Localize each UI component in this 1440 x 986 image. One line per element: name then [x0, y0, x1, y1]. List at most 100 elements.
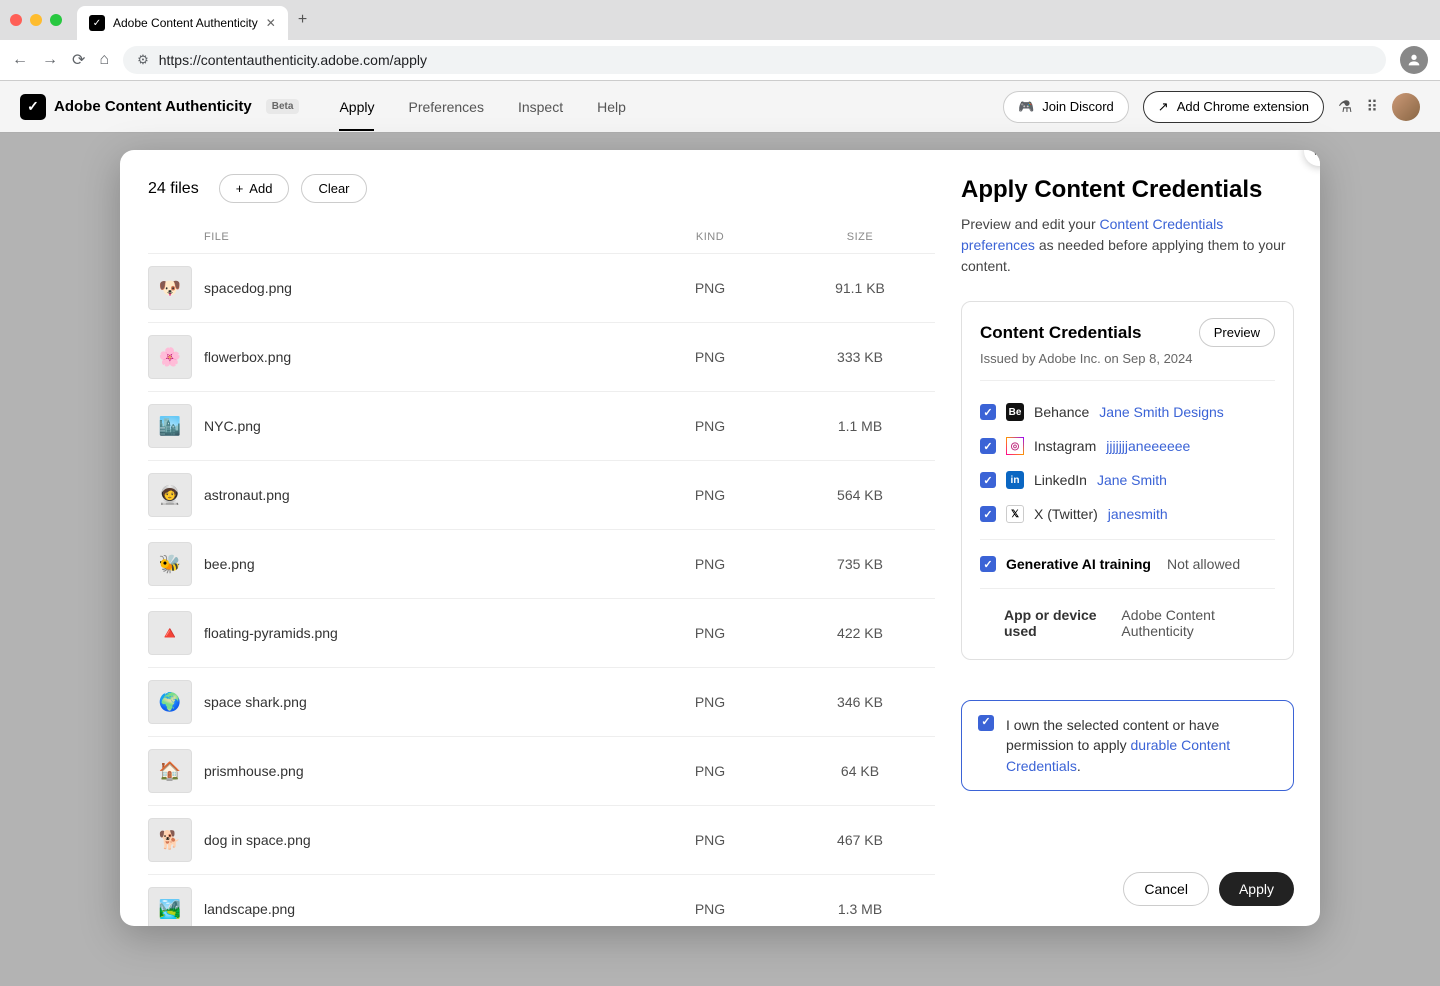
close-window[interactable]	[10, 14, 22, 26]
file-row[interactable]: 🌸flowerbox.pngPNG333 KB	[148, 323, 935, 392]
app-name: Adobe Content Authenticity	[54, 98, 252, 115]
file-kind: PNG	[635, 418, 785, 434]
xtwitter-icon: 𝕏	[1006, 505, 1024, 523]
social-checkbox[interactable]: ✓	[980, 506, 996, 522]
file-name: flowerbox.png	[204, 349, 635, 365]
file-size: 64 KB	[785, 763, 935, 779]
maximize-window[interactable]	[50, 14, 62, 26]
social-row-linkedin: ✓inLinkedInJane Smith	[980, 463, 1275, 497]
file-row[interactable]: 🏠prismhouse.pngPNG64 KB	[148, 737, 935, 806]
file-thumbnail: 🐝	[148, 542, 192, 586]
panel-title: Apply Content Credentials	[961, 176, 1294, 204]
app-used-value: Adobe Content Authenticity	[1121, 607, 1275, 639]
reload-icon[interactable]: ⟳	[72, 50, 85, 70]
forward-icon[interactable]: →	[42, 51, 58, 69]
browser-chrome: ✓ Adobe Content Authenticity ✕ + ← → ⟳ ⌂…	[0, 0, 1440, 81]
file-kind: PNG	[635, 625, 785, 641]
file-thumbnail: 🐕	[148, 818, 192, 862]
file-row[interactable]: 🏙️ NYC.pngPNG1.1 MB	[148, 392, 935, 461]
new-tab-button[interactable]: +	[298, 11, 307, 29]
issued-by-text: Issued by Adobe Inc. on Sep 8, 2024	[980, 351, 1275, 381]
file-thumbnail: 🏙️	[148, 404, 192, 448]
file-row[interactable]: 🧑‍🚀astronaut.pngPNG564 KB	[148, 461, 935, 530]
file-thumbnail: 🌍	[148, 680, 192, 724]
apply-credentials-modal: ✕ 24 files + Add Clear FILE KIND SIZE 🐶s…	[120, 150, 1320, 926]
add-files-button[interactable]: + Add	[219, 174, 290, 203]
file-name: prismhouse.png	[204, 763, 635, 779]
file-name: floating-pyramids.png	[204, 625, 635, 641]
url-bar[interactable]: ⚙ https://contentauthenticity.adobe.com/…	[123, 46, 1386, 74]
app-used-row: App or device used Adobe Content Authent…	[980, 597, 1275, 643]
add-extension-button[interactable]: ↗ Add Chrome extension	[1143, 91, 1324, 123]
credentials-panel: Apply Content Credentials Preview and ed…	[935, 150, 1320, 926]
file-name: landscape.png	[204, 901, 635, 917]
file-thumbnail: 🐶	[148, 266, 192, 310]
file-count: 24 files	[148, 180, 199, 198]
genai-checkbox[interactable]: ✓	[980, 556, 996, 572]
file-thumbnail: 🌸	[148, 335, 192, 379]
minimize-window[interactable]	[30, 14, 42, 26]
social-handle[interactable]: Jane Smith	[1097, 472, 1167, 488]
main-nav: Apply Preferences Inspect Help	[339, 83, 625, 131]
social-handle[interactable]: janesmith	[1108, 506, 1168, 522]
file-size: 91.1 KB	[785, 280, 935, 296]
instagram-icon: ◎	[1006, 437, 1024, 455]
social-handle[interactable]: Jane Smith Designs	[1099, 404, 1224, 420]
card-title: Content Credentials	[980, 323, 1142, 343]
plus-icon: +	[236, 181, 244, 196]
apps-grid-icon[interactable]: ⠿	[1366, 97, 1378, 117]
file-row[interactable]: 🏞️landscape.pngPNG1.3 MB	[148, 875, 935, 926]
home-icon[interactable]: ⌂	[99, 51, 109, 69]
preview-button[interactable]: Preview	[1199, 318, 1275, 347]
social-row-instagram: ✓◎Instagramjjjjjjjaneeeeee	[980, 429, 1275, 463]
file-thumbnail: 🔺	[148, 611, 192, 655]
file-row[interactable]: 🐶spacedog.pngPNG91.1 KB	[148, 254, 935, 323]
social-handle[interactable]: jjjjjjjaneeeeee	[1106, 438, 1190, 454]
file-size: 467 KB	[785, 832, 935, 848]
browser-profile-icon[interactable]	[1400, 46, 1428, 74]
file-size: 1.1 MB	[785, 418, 935, 434]
file-name: NYC.png	[204, 418, 635, 434]
file-row[interactable]: 🌍space shark.pngPNG346 KB	[148, 668, 935, 737]
cancel-button[interactable]: Cancel	[1123, 872, 1209, 906]
user-avatar[interactable]	[1392, 93, 1420, 121]
credentials-card: Content Credentials Preview Issued by Ad…	[961, 301, 1294, 660]
join-discord-button[interactable]: 🎮 Join Discord	[1003, 91, 1129, 123]
app-logo[interactable]: ✓ Adobe Content Authenticity Beta	[20, 94, 299, 120]
discord-label: Join Discord	[1042, 99, 1114, 114]
nav-tab-help[interactable]: Help	[597, 83, 626, 131]
close-tab-icon[interactable]: ✕	[266, 16, 276, 30]
behance-icon: Be	[1006, 403, 1024, 421]
panel-description: Preview and edit your Content Credential…	[961, 214, 1294, 277]
file-name: bee.png	[204, 556, 635, 572]
nav-tab-apply[interactable]: Apply	[339, 83, 374, 131]
consent-checkbox[interactable]: ✓	[978, 715, 994, 731]
file-name: space shark.png	[204, 694, 635, 710]
social-checkbox[interactable]: ✓	[980, 438, 996, 454]
back-icon[interactable]: ←	[12, 51, 28, 69]
file-name: astronaut.png	[204, 487, 635, 503]
file-row[interactable]: 🔺floating-pyramids.pngPNG422 KB	[148, 599, 935, 668]
browser-tab[interactable]: ✓ Adobe Content Authenticity ✕	[77, 6, 288, 40]
files-panel: 24 files + Add Clear FILE KIND SIZE 🐶spa…	[120, 150, 935, 926]
nav-tab-inspect[interactable]: Inspect	[518, 83, 563, 131]
genai-training-row: ✓ Generative AI training Not allowed	[980, 548, 1275, 580]
social-platform: X (Twitter)	[1034, 506, 1098, 522]
clear-files-button[interactable]: Clear	[301, 174, 366, 203]
social-row-behance: ✓BeBehanceJane Smith Designs	[980, 395, 1275, 429]
file-kind: PNG	[635, 901, 785, 917]
social-checkbox[interactable]: ✓	[980, 472, 996, 488]
linkedin-icon: in	[1006, 471, 1024, 489]
file-list[interactable]: 🐶spacedog.pngPNG91.1 KB🌸flowerbox.pngPNG…	[148, 254, 935, 926]
site-settings-icon[interactable]: ⚙	[137, 52, 149, 68]
file-size: 735 KB	[785, 556, 935, 572]
nav-tab-preferences[interactable]: Preferences	[408, 83, 483, 131]
file-kind: PNG	[635, 280, 785, 296]
file-row[interactable]: 🐝bee.pngPNG735 KB	[148, 530, 935, 599]
social-row-xtwitter: ✓ 𝕏 X (Twitter) janesmith	[980, 497, 1275, 531]
labs-icon[interactable]: ⚗	[1338, 97, 1352, 117]
apply-button[interactable]: Apply	[1219, 872, 1294, 906]
file-kind: PNG	[635, 349, 785, 365]
social-checkbox[interactable]: ✓	[980, 404, 996, 420]
file-row[interactable]: 🐕dog in space.pngPNG467 KB	[148, 806, 935, 875]
